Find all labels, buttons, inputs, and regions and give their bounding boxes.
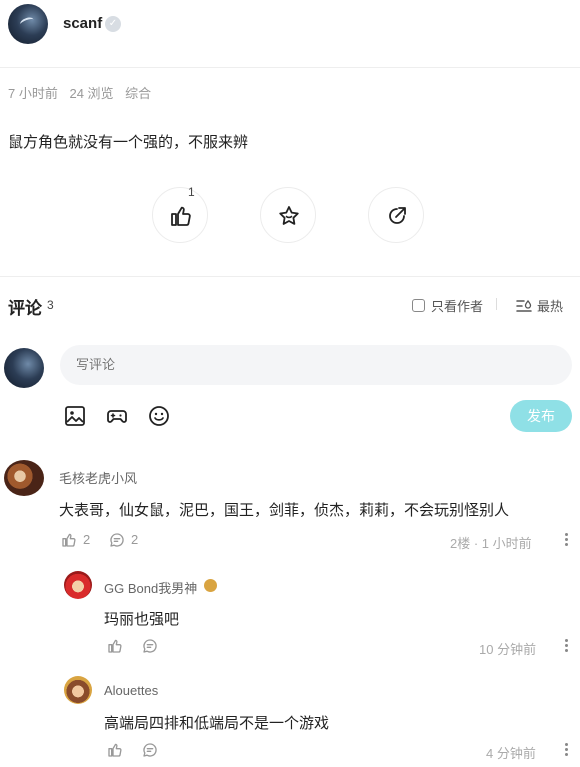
post-meta: 7 小时前 24 浏览 综合 — [8, 83, 159, 102]
current-user-avatar — [4, 348, 44, 388]
thumbs-up-icon[interactable] — [107, 638, 123, 654]
comment-reply-count: 2 — [131, 532, 139, 547]
reply-text: 高端局四排和低端局不是一个游戏 — [104, 715, 330, 732]
comments-title: 评论 — [8, 299, 42, 318]
reply-text: 玛丽也强吧 — [104, 611, 180, 628]
only-author-toggle[interactable]: 只看作者 — [412, 296, 483, 315]
reply-time: 10 分钟前 — [479, 642, 537, 657]
share-button[interactable] — [368, 187, 424, 243]
like-button[interactable] — [152, 187, 208, 243]
cookie-emoji-icon — [204, 579, 217, 592]
post-views: 24 浏览 — [69, 86, 114, 101]
post-header: scanf ✓ — [0, 0, 580, 68]
comment-input[interactable] — [60, 345, 572, 385]
comment-icon[interactable] — [109, 532, 125, 548]
reply-time: 4 分钟前 — [486, 746, 536, 761]
sort-icon — [516, 299, 532, 312]
more-options-icon[interactable] — [564, 639, 568, 653]
sort-hot-button[interactable]: 最热 — [516, 296, 563, 315]
thumbs-up-icon[interactable] — [61, 532, 77, 548]
comment-author[interactable]: 毛核老虎小风 — [59, 468, 137, 487]
comment-icon[interactable] — [142, 742, 158, 758]
author-avatar[interactable] — [8, 4, 48, 44]
checkbox-icon[interactable] — [412, 299, 425, 312]
verified-badge-icon: ✓ — [105, 16, 121, 32]
comment-avatar[interactable] — [4, 460, 44, 496]
post-content: 鼠方角色就没有一个强的，不服来辨 — [8, 134, 249, 151]
comments-count: 3 — [47, 298, 54, 312]
reply-author[interactable]: Alouettes — [104, 683, 158, 698]
post-time: 7 小时前 — [8, 86, 58, 101]
section-divider — [0, 276, 580, 277]
more-options-icon[interactable] — [564, 743, 568, 757]
emoji-icon[interactable] — [148, 405, 170, 427]
favorite-button[interactable] — [260, 187, 316, 243]
comment-icon[interactable] — [142, 638, 158, 654]
like-count: 1 — [188, 185, 195, 199]
comment-text: 大表哥，仙女鼠，泥巴，国王，剑菲，侦杰，莉莉，不会玩别怪别人 — [59, 502, 510, 519]
share-icon — [389, 207, 406, 224]
thumbs-up-icon — [171, 206, 191, 226]
only-author-label: 只看作者 — [431, 299, 484, 314]
toolbar-separator — [496, 298, 497, 310]
post-category[interactable]: 综合 — [125, 86, 151, 101]
reply-avatar[interactable] — [64, 676, 92, 704]
thumbs-up-icon[interactable] — [107, 742, 123, 758]
gamepad-icon[interactable] — [106, 405, 128, 427]
post-actions — [0, 187, 580, 243]
author-name[interactable]: scanf — [63, 15, 102, 32]
star-icon — [279, 206, 299, 225]
image-icon[interactable] — [64, 405, 86, 427]
more-options-icon[interactable] — [564, 533, 568, 547]
reply-author[interactable]: GG Bond我男神 — [104, 578, 197, 597]
comment-floor-time: 2楼 · 1 小时前 — [450, 536, 532, 551]
sort-hot-label: 最热 — [537, 299, 564, 314]
comment-like-count: 2 — [83, 532, 91, 547]
publish-button[interactable]: 发布 — [510, 400, 572, 432]
reply-avatar[interactable] — [64, 571, 92, 599]
